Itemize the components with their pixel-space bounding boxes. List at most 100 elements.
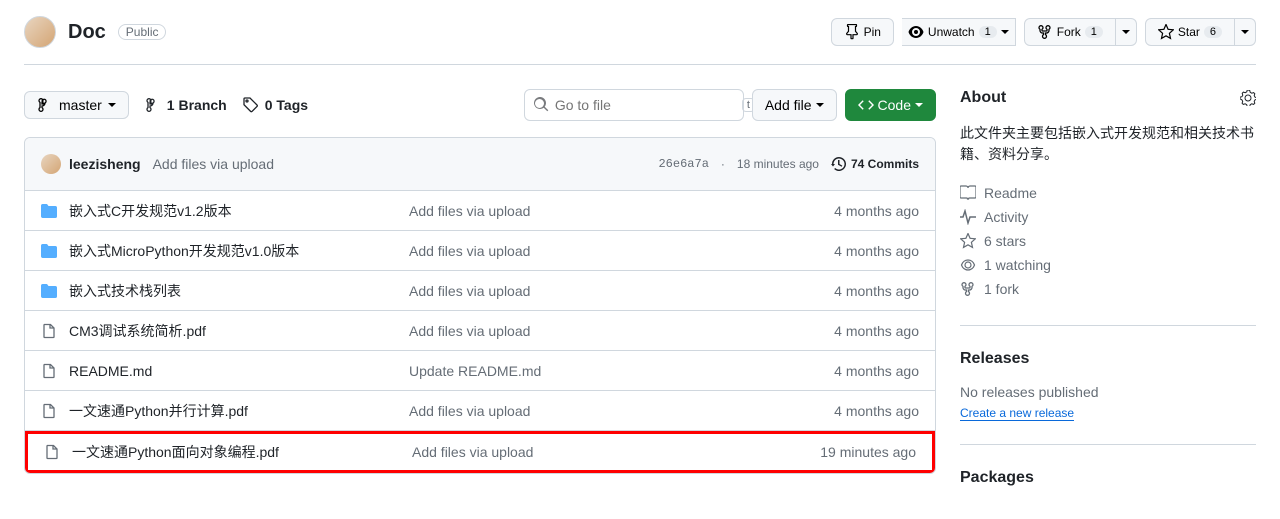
visibility-badge: Public bbox=[118, 24, 167, 40]
star-button[interactable]: Star 6 bbox=[1145, 18, 1235, 46]
branches-label: 1 Branch bbox=[167, 97, 227, 113]
watch-count: 1 bbox=[979, 26, 997, 38]
file-name-link[interactable]: CM3调试系统简析.pdf bbox=[69, 323, 206, 339]
fork-icon bbox=[960, 281, 976, 297]
no-releases-text: No releases published bbox=[960, 384, 1256, 400]
file-search[interactable]: t bbox=[524, 89, 744, 121]
file-commit-link[interactable]: Update README.md bbox=[409, 363, 541, 379]
commit-time: 18 minutes ago bbox=[737, 157, 819, 171]
caret-icon bbox=[915, 103, 923, 107]
branches-link[interactable]: 1 Branch bbox=[145, 97, 227, 113]
file-time: 4 months ago bbox=[779, 363, 919, 379]
search-icon bbox=[533, 97, 549, 113]
star-dropdown[interactable] bbox=[1235, 18, 1256, 46]
commit-message[interactable]: Add files via upload bbox=[153, 156, 274, 172]
folder-icon bbox=[41, 283, 57, 299]
history-icon bbox=[831, 156, 847, 172]
eye-icon bbox=[908, 24, 924, 40]
add-file-label: Add file bbox=[765, 97, 812, 113]
file-commit-link[interactable]: Add files via upload bbox=[409, 323, 530, 339]
commits-link[interactable]: 74 Commits bbox=[831, 156, 919, 172]
tag-icon bbox=[243, 97, 259, 113]
file-row: 一文速通Python并行计算.pdfAdd files via upload4 … bbox=[25, 391, 935, 431]
file-name-link[interactable]: README.md bbox=[69, 363, 152, 379]
file-name-link[interactable]: 一文速通Python并行计算.pdf bbox=[69, 403, 248, 419]
repo-name[interactable]: Doc bbox=[68, 21, 106, 44]
star-icon bbox=[960, 233, 976, 249]
about-description: 此文件夹主要包括嵌入式开发规范和相关技术书籍、资料分享。 bbox=[960, 123, 1256, 165]
commit-separator: · bbox=[721, 157, 725, 171]
file-time: 4 months ago bbox=[779, 283, 919, 299]
eye-icon bbox=[960, 257, 976, 273]
code-icon bbox=[858, 97, 874, 113]
latest-commit-bar: leezisheng Add files via upload 26e6a7a … bbox=[25, 138, 935, 191]
fork-dropdown[interactable] bbox=[1116, 18, 1137, 46]
tags-link[interactable]: 0 Tags bbox=[243, 97, 308, 113]
caret-icon bbox=[1122, 30, 1130, 34]
watch-group: Unwatch 1 bbox=[902, 18, 1016, 46]
code-button[interactable]: Code bbox=[845, 89, 936, 121]
file-toolbar: master 1 Branch 0 Tags bbox=[24, 89, 936, 121]
star-label: Star bbox=[1178, 25, 1200, 39]
file-name-link[interactable]: 一文速通Python面向对象编程.pdf bbox=[72, 444, 279, 460]
branch-icon bbox=[145, 97, 161, 113]
commit-avatar[interactable] bbox=[41, 154, 61, 174]
header-left: Doc Public bbox=[24, 16, 166, 48]
pin-icon bbox=[844, 24, 860, 40]
commit-author[interactable]: leezisheng bbox=[69, 156, 141, 172]
about-heading: About bbox=[960, 89, 1256, 107]
star-group: Star 6 bbox=[1145, 18, 1256, 46]
search-input[interactable] bbox=[549, 97, 742, 113]
repo-header: Doc Public Pin Unwatch 1 Fork 1 bbox=[24, 16, 1256, 65]
file-commit-link[interactable]: Add files via upload bbox=[409, 403, 530, 419]
file-row: 嵌入式技术栈列表 Add files via upload 4 months ago bbox=[25, 271, 935, 311]
commit-hash[interactable]: 26e6a7a bbox=[658, 157, 708, 171]
file-time: 4 months ago bbox=[779, 323, 919, 339]
watching-link[interactable]: 1 watching bbox=[960, 253, 1256, 277]
file-icon bbox=[41, 403, 57, 419]
book-icon bbox=[960, 185, 976, 201]
branch-select[interactable]: master bbox=[24, 91, 129, 119]
file-row: 嵌入式C开发规范v1.2版本Add files via upload4 mont… bbox=[25, 191, 935, 231]
pin-button[interactable]: Pin bbox=[831, 18, 894, 46]
caret-icon bbox=[1241, 30, 1249, 34]
gear-icon[interactable] bbox=[1240, 90, 1256, 106]
file-name-link[interactable]: 嵌入式C开发规范v1.2版本 bbox=[69, 203, 232, 219]
file-time: 4 months ago bbox=[779, 243, 919, 259]
file-row: 一文速通Python面向对象编程.pdf Add files via upload… bbox=[25, 431, 935, 473]
watch-button[interactable]: Unwatch 1 bbox=[902, 18, 1016, 46]
caret-icon bbox=[108, 103, 116, 107]
file-commit-link[interactable]: Add files via upload bbox=[409, 283, 530, 299]
activity-link[interactable]: Activity bbox=[960, 205, 1256, 229]
file-row: README.md Update README.md 4 months ago bbox=[25, 351, 935, 391]
file-listing: leezisheng Add files via upload 26e6a7a … bbox=[24, 137, 936, 474]
fork-button[interactable]: Fork 1 bbox=[1024, 18, 1116, 46]
star-icon bbox=[1158, 24, 1174, 40]
folder-icon bbox=[41, 243, 57, 259]
file-row: 嵌入式MicroPython开发规范v1.0版本 Add files via up… bbox=[25, 231, 935, 271]
sidebar: About 此文件夹主要包括嵌入式开发规范和相关技术书籍、资料分享。 Readm… bbox=[960, 89, 1256, 503]
file-icon bbox=[44, 444, 60, 460]
forks-link[interactable]: 1 fork bbox=[960, 277, 1256, 301]
watch-label: Unwatch bbox=[928, 25, 975, 39]
file-row: CM3调试系统简析.pdf Add files via upload 4 month… bbox=[25, 311, 935, 351]
caret-icon bbox=[1001, 30, 1009, 34]
caret-icon bbox=[816, 103, 824, 107]
file-time: 19 minutes ago bbox=[776, 444, 916, 460]
file-commit-link[interactable]: Add files via upload bbox=[409, 243, 530, 259]
file-icon bbox=[41, 323, 57, 339]
stars-link[interactable]: 6 stars bbox=[960, 229, 1256, 253]
folder-icon bbox=[41, 203, 57, 219]
readme-link[interactable]: Readme bbox=[960, 181, 1256, 205]
file-commit-link[interactable]: Add files via upload bbox=[412, 444, 533, 460]
create-release-link[interactable]: Create a new release bbox=[960, 406, 1074, 421]
pulse-icon bbox=[960, 209, 976, 225]
owner-avatar[interactable] bbox=[24, 16, 56, 48]
commits-count: 74 Commits bbox=[851, 157, 919, 171]
file-name-link[interactable]: 嵌入式MicroPython开发规范v1.0版本 bbox=[69, 243, 299, 259]
fork-icon bbox=[1037, 24, 1053, 40]
file-commit-link[interactable]: Add files via upload bbox=[409, 203, 530, 219]
add-file-button[interactable]: Add file bbox=[752, 89, 837, 121]
file-name-link[interactable]: 嵌入式技术栈列表 bbox=[69, 283, 181, 299]
fork-count: 1 bbox=[1085, 26, 1103, 38]
